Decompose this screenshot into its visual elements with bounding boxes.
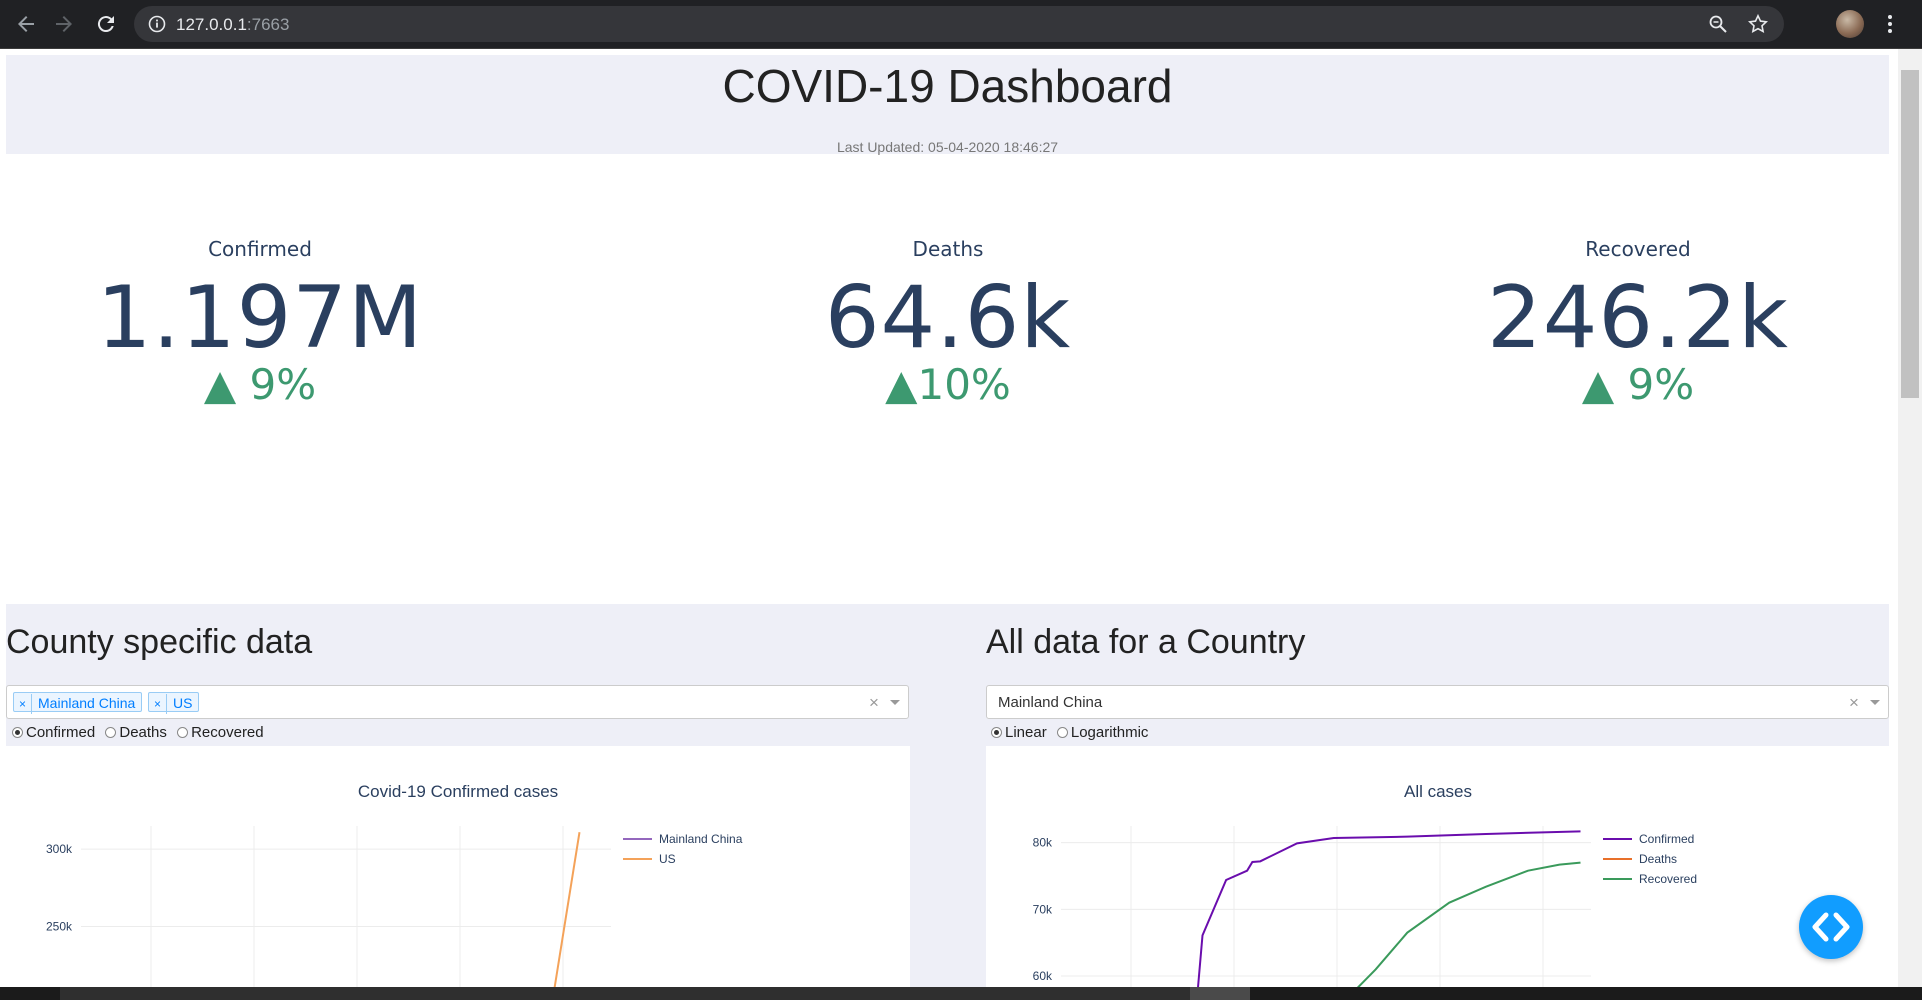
right-chart-title: All cases [1403,782,1473,801]
y-tick-label: 60k [1033,969,1053,983]
tag-us[interactable]: × US [148,692,200,714]
series-line[interactable] [1350,861,1581,987]
back-icon[interactable] [14,12,38,36]
forward-icon[interactable] [52,12,76,36]
taskbar-item[interactable] [1190,987,1250,1000]
clear-icon[interactable]: × [869,693,879,713]
clear-icon[interactable]: × [1849,693,1859,713]
radio-confirmed[interactable]: Confirmed [12,724,95,741]
dev-tools-button[interactable] [1799,895,1863,959]
radio-deaths[interactable]: Deaths [105,724,167,741]
country-multi-select[interactable]: × Mainland China × US × [6,685,909,719]
y-tick-label: 300k [46,842,73,856]
profile-avatar[interactable] [1836,10,1864,38]
left-panel-title: County specific data [6,623,313,661]
kpi-value: 246.2k [1486,268,1789,368]
tag-mainland-china[interactable]: × Mainland China [13,692,143,714]
y-tick-label: 70k [1033,902,1053,916]
browser-toolbar: 127.0.0.1:7663 [0,0,1922,49]
dashboard-page: COVID-19 Dashboard Last Updated: 05-04-2… [0,49,1898,987]
header-band: COVID-19 Dashboard Last Updated: 05-04-2… [6,55,1889,155]
scrollbar-thumb[interactable] [1901,70,1919,398]
country-select[interactable]: Mainland China × [986,685,1889,719]
url-text: 127.0.0.1:7663 [176,15,290,34]
chevron-down-icon[interactable] [890,700,900,705]
code-brackets-icon [1812,912,1850,942]
kpi-confirmed: Confirmed 1.197M ▲ 9% [0,237,520,407]
tag-remove-icon[interactable]: × [14,694,33,714]
legend-label[interactable]: Confirmed [1639,832,1694,846]
series-line[interactable] [553,832,581,987]
kpi-value: 64.6k [824,268,1072,368]
scale-radio-group: Linear Logarithmic [991,724,1154,741]
kpi-label: Recovered [1585,237,1691,261]
case-type-radio-group: Confirmed Deaths Recovered [12,724,270,741]
radio-recovered[interactable]: Recovered [177,724,264,741]
y-tick-label: 250k [46,919,73,933]
left-chart-title: Covid-19 Confirmed cases [357,782,559,801]
taskbar-item[interactable] [60,987,1250,1000]
last-updated-text: Last Updated: 05-04-2020 18:46:27 [836,139,1059,155]
kpi-value: 1.197M [96,268,424,368]
info-icon[interactable] [148,15,166,33]
legend-label[interactable]: Mainland China [659,832,743,846]
selected-country: Mainland China [998,694,1103,711]
bookmark-star-icon[interactable] [1747,13,1769,34]
kpi-label: Deaths [912,237,984,261]
chevron-down-icon[interactable] [1870,700,1880,705]
menu-kebab-icon[interactable] [1882,12,1898,36]
legend-label[interactable]: Deaths [1639,852,1677,866]
page-title: COVID-19 Dashboard [722,60,1173,112]
radio-linear[interactable]: Linear [991,724,1047,741]
legend-label[interactable]: Recovered [1639,872,1697,886]
radio-logarithmic[interactable]: Logarithmic [1056,724,1148,741]
legend-label[interactable]: US [659,852,676,866]
kpi-label: Confirmed [208,237,312,261]
kpi-delta: ▲ 9% [203,360,317,409]
os-taskbar [0,987,1922,1000]
address-bar[interactable]: 127.0.0.1:7663 [134,6,1784,42]
right-panel-title: All data for a Country [986,623,1306,661]
kpi-delta: ▲ 9% [1581,360,1695,409]
zoom-icon[interactable] [1708,14,1728,34]
tag-remove-icon[interactable]: × [149,694,168,714]
y-tick-label: 80k [1033,836,1053,850]
reload-icon[interactable] [94,12,118,36]
kpi-recovered: Recovered 246.2k ▲ 9% [1378,237,1898,407]
kpi-delta: ▲10% [885,360,1011,409]
kpi-deaths: Deaths 64.6k ▲10% [688,237,1208,407]
